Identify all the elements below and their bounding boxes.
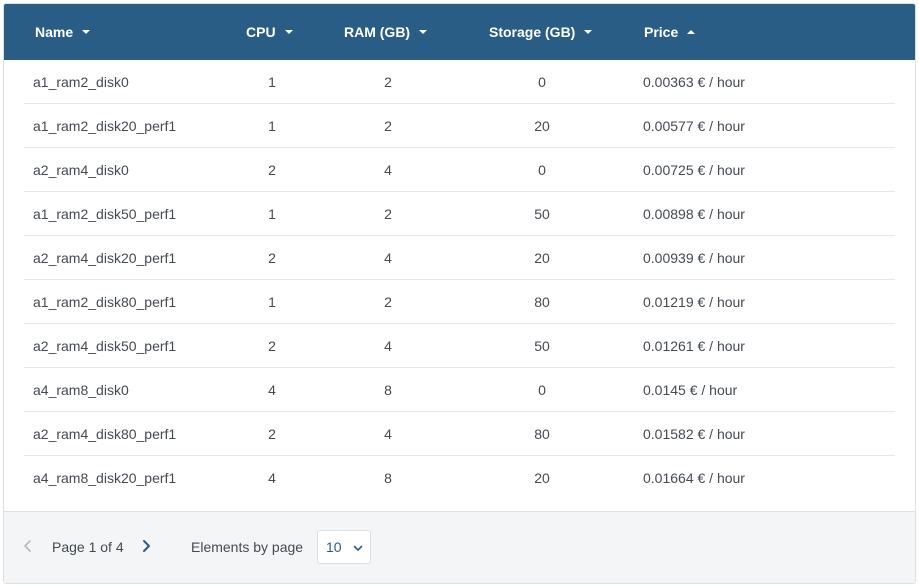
chevron-left-icon[interactable] [20, 538, 36, 554]
cell-storage: 80 [534, 426, 550, 442]
cell-ram: 4 [384, 338, 392, 354]
table-row: a2_ram4_disk0 2 4 0 0.00725 € / hour [24, 148, 895, 192]
column-header-label: Price [644, 24, 679, 40]
column-header-label: RAM (GB) [344, 24, 411, 40]
page-indicator: Page 1 of 4 [52, 539, 124, 555]
elements-per-page-label: Elements by page [191, 539, 304, 555]
column-header-label: Name [35, 24, 74, 40]
column-header-name[interactable]: Name [35, 4, 91, 60]
table-row: a1_ram2_disk0 1 2 0 0.00363 € / hour [24, 60, 895, 104]
cell-cpu: 2 [268, 162, 276, 178]
sort-down-icon [82, 30, 91, 35]
sort-down-icon [419, 30, 428, 35]
sort-down-icon [284, 30, 293, 35]
cell-name: a4_ram8_disk20_perf1 [33, 470, 177, 486]
column-header-cpu[interactable]: CPU [246, 4, 293, 60]
cell-storage: 20 [534, 250, 550, 266]
cell-price: 0.00939 € / hour [643, 250, 745, 266]
cell-cpu: 2 [268, 250, 276, 266]
cell-price: 0.01582 € / hour [643, 426, 745, 442]
cell-name: a2_ram4_disk20_perf1 [33, 250, 177, 266]
cell-cpu: 2 [268, 426, 276, 442]
cell-ram: 2 [384, 206, 392, 222]
column-header-storage[interactable]: Storage (GB) [489, 4, 593, 60]
cell-storage: 50 [534, 206, 550, 222]
cell-ram: 2 [384, 294, 392, 310]
column-header-ram[interactable]: RAM (GB) [344, 4, 428, 60]
chevron-right-icon[interactable] [138, 538, 154, 554]
cell-price: 0.00725 € / hour [643, 162, 745, 178]
cell-price: 0.01664 € / hour [643, 470, 745, 486]
cell-ram: 4 [384, 162, 392, 178]
cell-cpu: 4 [268, 382, 276, 398]
table-row: a1_ram2_disk50_perf1 1 2 50 0.00898 € / … [24, 192, 895, 236]
elements-per-page-select[interactable]: 10 [317, 530, 371, 564]
column-header-label: Storage (GB) [489, 24, 576, 40]
cell-price: 0.01219 € / hour [643, 294, 745, 310]
chevron-down-icon [352, 541, 364, 553]
table-row: a4_ram8_disk0 4 8 0 0.0145 € / hour [24, 368, 895, 412]
cell-ram: 4 [384, 250, 392, 266]
cell-name: a2_ram4_disk0 [33, 162, 129, 178]
table-body: a1_ram2_disk0 1 2 0 0.00363 € / hour a1_… [4, 60, 915, 500]
cell-price: 0.00898 € / hour [643, 206, 745, 222]
column-header-label: CPU [246, 24, 276, 40]
sort-up-icon [687, 30, 696, 35]
cell-ram: 4 [384, 426, 392, 442]
cell-storage: 80 [534, 294, 550, 310]
cell-storage: 0 [538, 382, 546, 398]
cell-cpu: 1 [268, 294, 276, 310]
cell-ram: 8 [384, 382, 392, 398]
cell-cpu: 1 [268, 74, 276, 90]
cell-price: 0.00363 € / hour [643, 74, 745, 90]
cell-storage: 20 [534, 118, 550, 134]
cell-name: a1_ram2_disk0 [33, 74, 129, 90]
cell-ram: 2 [384, 74, 392, 90]
cell-name: a4_ram8_disk0 [33, 382, 129, 398]
table-row: a2_ram4_disk80_perf1 2 4 80 0.01582 € / … [24, 412, 895, 456]
table-row: a2_ram4_disk50_perf1 2 4 50 0.01261 € / … [24, 324, 895, 368]
table-row: a2_ram4_disk20_perf1 2 4 20 0.00939 € / … [24, 236, 895, 280]
table-header: Name CPU RAM (GB) Storage (GB) Price [4, 4, 915, 60]
table-row: a1_ram2_disk80_perf1 1 2 80 0.01219 € / … [24, 280, 895, 324]
cell-name: a2_ram4_disk50_perf1 [33, 338, 177, 354]
instance-pricing-table: Name CPU RAM (GB) Storage (GB) Price a1_… [3, 3, 916, 584]
table-row: a4_ram8_disk20_perf1 4 8 20 0.01664 € / … [24, 456, 895, 500]
table-row: a1_ram2_disk20_perf1 1 2 20 0.00577 € / … [24, 104, 895, 148]
cell-storage: 20 [534, 470, 550, 486]
cell-cpu: 1 [268, 206, 276, 222]
cell-storage: 0 [538, 74, 546, 90]
cell-ram: 2 [384, 118, 392, 134]
column-header-price[interactable]: Price [644, 4, 696, 60]
pagination-bar: Page 1 of 4 Elements by page 10 [4, 511, 915, 583]
elements-per-page-value: 10 [326, 539, 342, 555]
cell-name: a2_ram4_disk80_perf1 [33, 426, 177, 442]
cell-name: a1_ram2_disk20_perf1 [33, 118, 177, 134]
cell-price: 0.0145 € / hour [643, 382, 738, 398]
sort-down-icon [584, 30, 593, 35]
cell-cpu: 1 [268, 118, 276, 134]
cell-cpu: 4 [268, 470, 276, 486]
cell-name: a1_ram2_disk80_perf1 [33, 294, 177, 310]
cell-ram: 8 [384, 470, 392, 486]
cell-storage: 50 [534, 338, 550, 354]
cell-storage: 0 [538, 162, 546, 178]
cell-cpu: 2 [268, 338, 276, 354]
cell-price: 0.00577 € / hour [643, 118, 745, 134]
cell-price: 0.01261 € / hour [643, 338, 745, 354]
cell-name: a1_ram2_disk50_perf1 [33, 206, 177, 222]
